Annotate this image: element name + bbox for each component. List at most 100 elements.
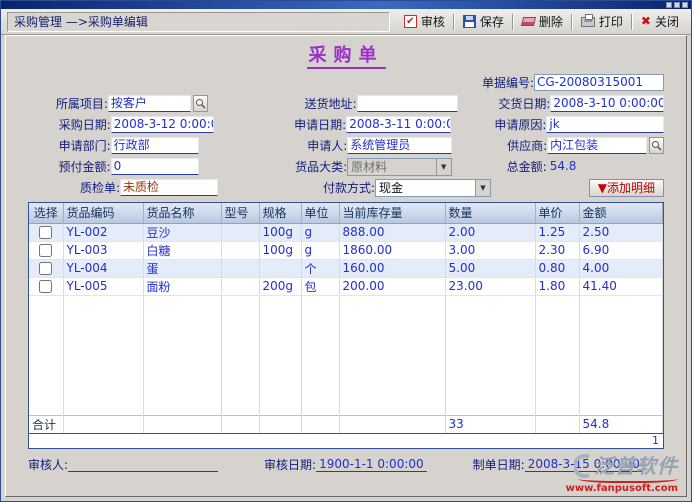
row-select-checkbox[interactable]: [39, 280, 52, 293]
prepaid-amount-field[interactable]: 0: [111, 158, 200, 175]
col-header-name[interactable]: 货品名称: [143, 203, 221, 223]
auditor-field[interactable]: [68, 457, 218, 472]
total-empty-cell: [221, 415, 259, 433]
col-header-stock[interactable]: 当前库存量: [339, 203, 445, 223]
toolbar-separator: [512, 14, 514, 30]
total-empty-cell: [143, 415, 221, 433]
audit-date-label: 审核日期:: [264, 456, 316, 473]
delete-eraser-icon: [521, 17, 536, 26]
cell-price: 1.80: [535, 277, 579, 295]
col-header-amount[interactable]: 金额: [579, 203, 663, 223]
magnifier-icon: [195, 98, 206, 109]
total-empty-cell: [63, 415, 143, 433]
delete-button[interactable]: 删除: [516, 10, 569, 33]
form-panel: 采购单 单据编号: CG-20080315001 所属项目: 按客户 送货地址:…: [5, 35, 687, 497]
form-row-2: 采购日期: 2008-3-12 0:00:00 申请日期: 2008-3-11 …: [28, 114, 664, 135]
goods-category-select[interactable]: 原材料 ▼: [347, 158, 452, 176]
row-select-checkbox[interactable]: [39, 262, 52, 275]
form-row-doc-no: 单据编号: CG-20080315001: [28, 72, 664, 93]
audit-check-icon: [404, 15, 417, 28]
col-header-code[interactable]: 货品编码: [63, 203, 143, 223]
detail-grid: 选择 货品编码 货品名称 型号 规格 单位 当前库存量 数量 单价 金额 YL-…: [28, 202, 664, 449]
cell-qty: 2.00: [445, 223, 535, 241]
magnifier-icon: [651, 140, 662, 151]
cell-stock: 160.00: [339, 259, 445, 277]
cell-code: YL-005: [63, 277, 143, 295]
qc-sheet-field: 未质检: [120, 179, 218, 196]
project-field[interactable]: 按客户: [108, 95, 191, 112]
form-row-5: 质检单: 未质检 付款方式: 现金 ▼ ▼添加明细: [28, 177, 664, 198]
total-empty-cell: [535, 415, 579, 433]
col-header-spec[interactable]: 规格: [259, 203, 301, 223]
supplier-lookup-button[interactable]: [649, 137, 664, 154]
filler-cell: [535, 295, 579, 415]
print-button-label: 打印: [599, 13, 623, 30]
doc-no-field[interactable]: CG-20080315001: [534, 74, 664, 91]
row-select-checkbox[interactable]: [39, 226, 52, 239]
filler-cell: [339, 295, 445, 415]
cell-unit: g: [301, 241, 339, 259]
close-x-icon: [641, 15, 651, 28]
total-label: 合计: [29, 415, 63, 433]
payment-method-value: 现金: [379, 179, 403, 196]
project-lookup-button[interactable]: [193, 95, 208, 112]
apply-date-field[interactable]: 2008-3-11 0:00:00: [346, 116, 451, 133]
purchase-date-field[interactable]: 2008-3-12 0:00:00: [111, 116, 214, 133]
cell-price: 2.30: [535, 241, 579, 259]
apply-reason-field[interactable]: jk: [546, 116, 664, 133]
applicant-field[interactable]: 系统管理员: [347, 137, 452, 154]
delivery-date-label: 交货日期:: [474, 95, 550, 112]
print-button[interactable]: 打印: [575, 10, 629, 33]
total-amount-field: 54.8: [547, 158, 664, 175]
add-detail-button[interactable]: ▼添加明细: [589, 179, 664, 197]
toolbar-separator: [571, 14, 573, 30]
delivery-date-field[interactable]: 2008-3-10 0:00:00: [550, 95, 664, 112]
col-header-model[interactable]: 型号: [221, 203, 259, 223]
doc-no-label: 单据编号:: [446, 74, 534, 91]
vendor-url: www.fanpusoft.com: [566, 484, 678, 494]
audit-button[interactable]: 审核: [398, 10, 451, 33]
cell-name: 蛋: [143, 259, 221, 277]
table-row: YL-002豆沙100gg888.002.001.252.50: [29, 223, 663, 241]
form-row-3: 申请部门: 行政部 申请人: 系统管理员 供应商: 内江包装: [28, 135, 664, 156]
supplier-field[interactable]: 内江包装: [547, 137, 646, 154]
purchase-date-label: 采购日期:: [28, 116, 111, 133]
vendor-name: 泛普软件: [594, 456, 678, 476]
grid-empty-area: [29, 295, 663, 415]
filler-cell: [259, 295, 301, 415]
col-header-price[interactable]: 单价: [535, 203, 579, 223]
close-window-button[interactable]: [682, 2, 688, 8]
row-select-checkbox[interactable]: [39, 244, 52, 257]
delivery-address-field[interactable]: [357, 95, 458, 112]
toolbar-separator: [631, 14, 633, 30]
cell-name: 面粉: [143, 277, 221, 295]
cell-spec: 100g: [259, 241, 301, 259]
cell-amount: 41.40: [579, 277, 663, 295]
save-button[interactable]: 保存: [457, 10, 510, 33]
row-select-cell: [29, 241, 63, 259]
audit-button-label: 审核: [421, 13, 445, 30]
close-button[interactable]: 关闭: [635, 10, 685, 33]
payment-method-select[interactable]: 现金 ▼: [375, 179, 491, 197]
col-header-unit[interactable]: 单位: [301, 203, 339, 223]
total-amount-label: 总金额:: [468, 158, 547, 175]
col-header-qty[interactable]: 数量: [445, 203, 535, 223]
cell-qty: 23.00: [445, 277, 535, 295]
maximize-button[interactable]: [674, 2, 680, 8]
record-count-indicator: 1: [29, 433, 663, 448]
logo-fan-icon: [574, 454, 592, 478]
col-header-select[interactable]: 选择: [29, 203, 63, 223]
audit-date-value: 1900-1-1 0:00:00: [316, 457, 427, 472]
row-select-cell: [29, 259, 63, 277]
minimize-button[interactable]: [666, 2, 672, 8]
cell-model: [221, 277, 259, 295]
goods-category-label: 货品大类:: [268, 158, 347, 175]
cell-unit: 包: [301, 277, 339, 295]
cell-model: [221, 259, 259, 277]
toolbar-separator: [453, 14, 455, 30]
breadcrumb: 采购管理 —>采购单编辑: [7, 12, 390, 32]
total-empty-cell: [339, 415, 445, 433]
apply-dept-field[interactable]: 行政部: [111, 137, 200, 154]
delete-button-label: 删除: [539, 13, 563, 30]
grid-total-row: 合计 33 54.8: [29, 415, 663, 433]
